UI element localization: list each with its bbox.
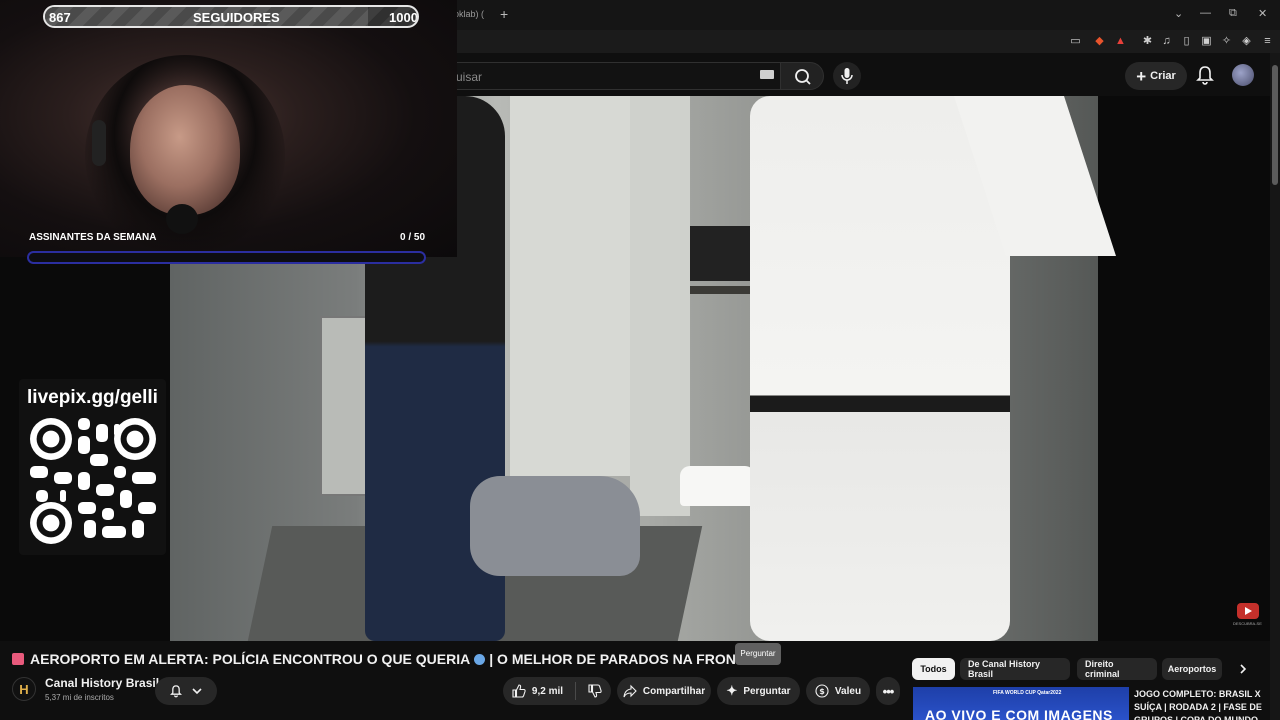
sidebar-icon[interactable]: ▯ — [1180, 35, 1193, 48]
streamer-webcam — [0, 0, 457, 257]
search-placeholder: uisar — [456, 70, 483, 84]
more-icon: ••• — [882, 683, 895, 699]
mic-icon — [841, 68, 853, 84]
video-title-main: AEROPORTO EM ALERTA: POLÍCIA ENCONTROU O… — [30, 651, 471, 667]
svg-text:$: $ — [819, 687, 825, 696]
create-label: Criar — [1150, 70, 1176, 82]
thumbnail-badge: FIFA WORLD CUP Qatar2022 — [993, 690, 1062, 696]
close-window-button[interactable]: ✕ — [1258, 7, 1267, 20]
magnifier-emoji-icon — [474, 654, 486, 665]
recommended-video-thumbnail[interactable]: FIFA WORLD CUP Qatar2022 AO VIVO E COM I… — [913, 687, 1129, 720]
chip-from-channel[interactable]: De Canal History Brasil — [960, 658, 1070, 680]
ask-label: Perguntar — [743, 685, 791, 697]
followers-goal-bar: 867 SEGUIDORES 1000 — [43, 5, 419, 28]
plus-icon: + — [1136, 66, 1147, 86]
like-separator — [575, 682, 577, 700]
page-scrollbar[interactable] — [1270, 53, 1280, 720]
video-clothes-pile — [470, 476, 640, 576]
brave-shield-icon[interactable]: ◆ — [1093, 35, 1106, 48]
scrollbar-thumb[interactable] — [1272, 65, 1278, 185]
ask-button[interactable]: ✦ Perguntar — [717, 677, 800, 705]
chip-airports[interactable]: Aeroportos — [1162, 658, 1222, 680]
menu-icon[interactable]: ≡ — [1261, 35, 1274, 48]
youtube-watermark-icon[interactable] — [1237, 603, 1259, 619]
channel-name[interactable]: Canal History Brasil — [45, 676, 159, 690]
media-icon[interactable]: ♫ — [1160, 35, 1173, 48]
thumbs-up-icon[interactable] — [512, 684, 526, 698]
notifications-button[interactable] — [1194, 63, 1216, 87]
headset-mic-icon — [166, 204, 198, 234]
share-button[interactable]: Compartilhar — [617, 677, 711, 705]
video-pillar — [630, 96, 690, 516]
thanks-label: Valeu — [834, 685, 862, 697]
video-title: AEROPORTO EM ALERTA: POLÍCIA ENCONTROU O… — [12, 651, 778, 667]
chip-criminal-law[interactable]: Direito criminal — [1077, 658, 1157, 680]
leo-icon[interactable]: ✧ — [1220, 35, 1233, 48]
subscribers-goal-bar — [27, 251, 426, 264]
browser-tab-title[interactable]: oklab) ( — [454, 9, 484, 19]
super-thanks-icon: $ — [815, 684, 829, 698]
extensions-icon[interactable]: ✱ — [1141, 35, 1154, 48]
headset-icon — [92, 120, 106, 166]
like-count[interactable]: 9,2 mil — [532, 686, 563, 697]
voice-search-button[interactable] — [833, 62, 861, 90]
search-button[interactable] — [780, 62, 824, 90]
keyboard-icon[interactable] — [760, 70, 774, 79]
cast-icon[interactable]: ▭ — [1069, 35, 1082, 48]
subscribers-count: 0 / 50 — [400, 232, 426, 243]
tab-search-icon[interactable]: ⌄ — [1174, 7, 1183, 20]
rewards-icon[interactable]: ▲ — [1114, 35, 1127, 48]
watermark-text: DESCUBRA-SE — [1233, 621, 1262, 626]
thumbnail-text: AO VIVO E COM IMAGENS — [925, 707, 1113, 720]
subscribers-label: ASSINANTES DA SEMANA — [29, 232, 157, 243]
followers-label: SEGUIDORES — [193, 10, 280, 25]
video-sneaker — [680, 466, 755, 506]
share-icon — [623, 684, 637, 698]
vpn-icon[interactable]: ◈ — [1240, 35, 1253, 48]
sparkle-icon: ✦ — [726, 683, 738, 698]
subscribed-notifications-button[interactable] — [155, 677, 217, 705]
qr-code-icon — [30, 418, 156, 544]
create-button[interactable]: + Criar — [1125, 62, 1187, 90]
donation-url: livepix.gg/gelli — [27, 387, 158, 408]
chips-next-button[interactable] — [1232, 658, 1254, 680]
webcam-face — [130, 85, 240, 215]
alarm-emoji-icon — [12, 653, 24, 665]
ask-tooltip: Perguntar — [735, 643, 781, 665]
share-label: Compartilhar — [642, 685, 706, 697]
donation-panel: livepix.gg/gelli — [19, 379, 166, 555]
wallet-icon[interactable]: ▣ — [1200, 35, 1213, 48]
followers-current: 867 — [49, 10, 71, 25]
channel-avatar[interactable]: H — [12, 677, 36, 701]
video-passenger-figure — [750, 96, 1010, 641]
like-dislike-group: 9,2 mil — [503, 677, 611, 705]
chevron-right-icon — [1240, 664, 1247, 674]
thanks-button[interactable]: $ Valeu — [806, 677, 870, 705]
chevron-down-icon — [192, 688, 202, 695]
bell-icon — [1196, 66, 1214, 85]
search-icon — [795, 69, 811, 85]
recommended-video-title[interactable]: JOGO COMPLETO: BRASIL X SUÍÇA | RODADA 2… — [1134, 688, 1264, 720]
more-actions-button[interactable]: ••• — [876, 677, 900, 705]
account-avatar[interactable] — [1232, 64, 1254, 86]
followers-goal: 1000 — [389, 10, 418, 25]
video-wall — [510, 96, 630, 476]
minimize-button[interactable]: — — [1200, 7, 1211, 19]
new-tab-button[interactable]: + — [500, 6, 508, 22]
bell-icon — [170, 685, 182, 698]
maximize-button[interactable]: ⧉ — [1229, 7, 1237, 20]
thumbs-down-icon[interactable] — [588, 684, 602, 698]
chip-all[interactable]: Todos — [912, 658, 955, 680]
channel-subscriber-count: 5,37 mi de inscritos — [45, 693, 114, 702]
